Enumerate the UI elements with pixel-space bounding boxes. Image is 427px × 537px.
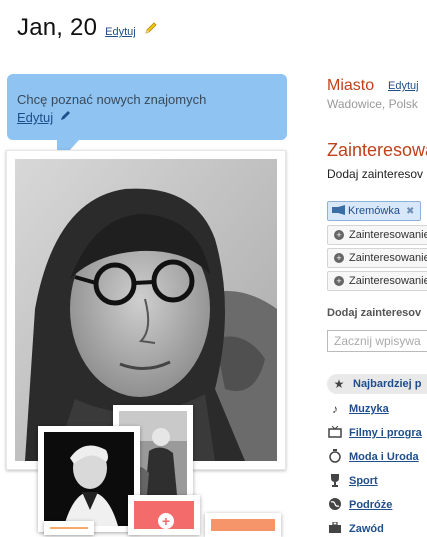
photo-placeholder bbox=[211, 519, 275, 531]
add-photo-button[interactable]: + bbox=[134, 501, 194, 529]
status-text: Chcę poznać nowych znajomych bbox=[17, 92, 207, 107]
edit-city-link[interactable]: Edytuj bbox=[388, 80, 419, 92]
globe-icon bbox=[327, 497, 343, 514]
stopwatch-icon bbox=[327, 448, 343, 466]
add-interest-label: Dodaj zainteresov bbox=[327, 307, 422, 319]
photo-placeholder-tile[interactable] bbox=[205, 513, 281, 537]
suggested-interest-label: Zainteresowanie bbox=[349, 275, 427, 287]
music-note-icon: ♪ bbox=[332, 402, 338, 416]
category-label: Zawód bbox=[349, 523, 384, 533]
interests-section-title: Zainteresowa bbox=[327, 140, 427, 160]
star-icon: ★ bbox=[333, 377, 345, 391]
tag-icon bbox=[332, 204, 346, 218]
selected-interest-tag[interactable]: Kremówka ✖ bbox=[327, 201, 421, 221]
category-item-sport[interactable]: Sport bbox=[327, 472, 378, 490]
suggested-interest-label: Zainteresowanie bbox=[349, 229, 427, 241]
photo-thumbnail[interactable] bbox=[38, 426, 140, 532]
plus-icon: + bbox=[158, 513, 174, 529]
photo-placeholder bbox=[50, 527, 88, 529]
category-item-popular[interactable]: ★ Najbardziej p bbox=[327, 374, 427, 394]
interest-search-input[interactable]: Zacznij wpisywa bbox=[327, 330, 427, 352]
category-label: Sport bbox=[349, 475, 378, 487]
edit-name-link[interactable]: Edytuj bbox=[105, 26, 136, 38]
pencil-icon[interactable] bbox=[60, 109, 72, 124]
category-label: Podróże bbox=[349, 499, 393, 511]
category-label: Moda i Uroda bbox=[349, 451, 419, 463]
profile-details-column: Miasto Edytuj Wadowice, Polsk Zaintereso… bbox=[327, 0, 427, 533]
suggested-interest-tag[interactable]: + Zainteresowanie bbox=[327, 271, 427, 291]
remove-tag-icon[interactable]: ✖ bbox=[406, 206, 414, 217]
category-item-tv[interactable]: Filmy i progra bbox=[327, 424, 422, 442]
city-value: Wadowice, Polsk bbox=[327, 97, 418, 111]
tv-icon bbox=[327, 425, 343, 441]
add-photo-tile[interactable]: + bbox=[128, 495, 200, 535]
photo-thumbnail-image bbox=[44, 432, 134, 526]
pencil-icon[interactable] bbox=[144, 21, 158, 38]
suggested-interest-tag[interactable]: + Zainteresowanie bbox=[327, 225, 427, 245]
status-bubble: Chcę poznać nowych znajomych Edytuj bbox=[7, 74, 287, 164]
edit-status-link[interactable]: Edytuj bbox=[17, 110, 53, 125]
category-label: Filmy i progra bbox=[349, 427, 422, 439]
category-item-fashion[interactable]: Moda i Uroda bbox=[327, 448, 419, 466]
trophy-icon bbox=[327, 473, 343, 490]
profile-header: Jan, 20 Edytuj bbox=[17, 14, 158, 42]
selected-interest-label: Kremówka bbox=[348, 205, 400, 217]
interest-search-placeholder: Zacznij wpisywa bbox=[334, 334, 421, 348]
briefcase-icon bbox=[327, 520, 343, 534]
category-item-profession[interactable]: Zawód bbox=[327, 520, 384, 533]
suggested-interest-label: Zainteresowanie bbox=[349, 252, 427, 264]
profile-name-age: Jan, 20 bbox=[17, 14, 98, 41]
category-label: Najbardziej p bbox=[353, 378, 422, 390]
category-item-music[interactable]: ♪ Muzyka bbox=[327, 400, 389, 418]
plus-circle-icon: + bbox=[334, 230, 344, 240]
interests-add-prompt: Dodaj zainteresov bbox=[327, 167, 424, 181]
plus-circle-icon: + bbox=[334, 253, 344, 263]
suggested-interest-tag[interactable]: + Zainteresowanie bbox=[327, 248, 427, 268]
category-label: Muzyka bbox=[349, 403, 389, 415]
category-item-travel[interactable]: Podróże bbox=[327, 496, 392, 514]
plus-circle-icon: + bbox=[334, 276, 344, 286]
city-section-title: Miasto bbox=[327, 77, 375, 94]
